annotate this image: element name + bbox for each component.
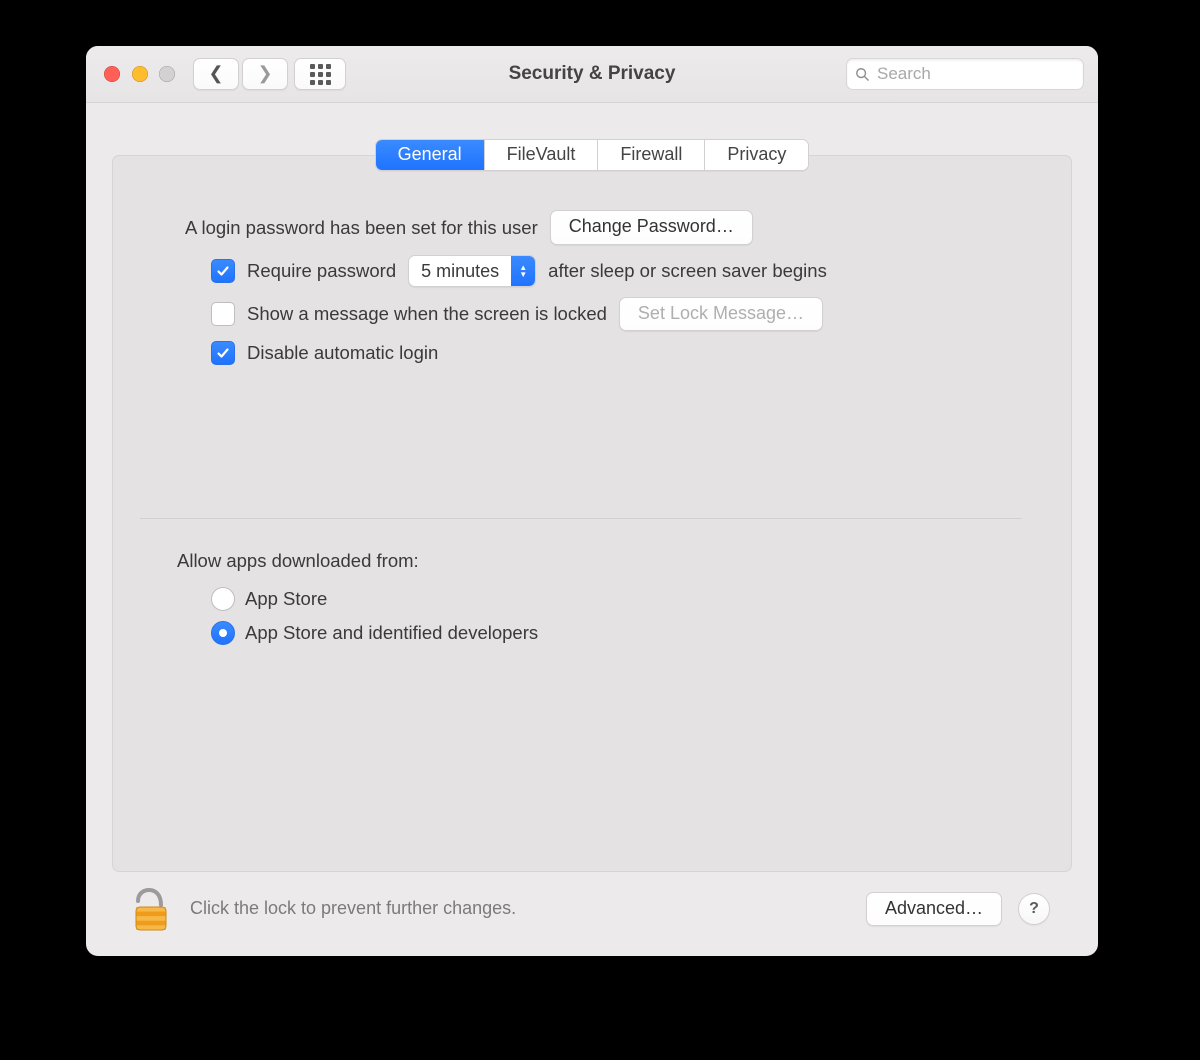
require-password-delay-value: 5 minutes bbox=[409, 256, 511, 286]
advanced-button[interactable]: Advanced… bbox=[866, 892, 1002, 926]
require-password-delay-select[interactable]: 5 minutes ▲▼ bbox=[408, 255, 536, 287]
close-window-button[interactable] bbox=[104, 66, 120, 82]
lock-text: Click the lock to prevent further change… bbox=[190, 897, 516, 920]
grid-icon bbox=[310, 64, 331, 85]
set-lock-message-button: Set Lock Message… bbox=[619, 297, 823, 331]
lock-icon[interactable] bbox=[130, 884, 174, 934]
titlebar: ❮ ❯ Security & Privacy bbox=[86, 46, 1098, 103]
tab-general[interactable]: General bbox=[376, 140, 485, 170]
help-button[interactable]: ? bbox=[1018, 893, 1050, 925]
footer: Click the lock to prevent further change… bbox=[112, 872, 1072, 938]
stepper-arrows-icon: ▲▼ bbox=[511, 256, 535, 286]
disable-auto-login-label: Disable automatic login bbox=[247, 341, 438, 365]
preferences-window: ❮ ❯ Security & Privacy General FileVault… bbox=[86, 46, 1098, 956]
tab-filevault[interactable]: FileVault bbox=[485, 140, 599, 170]
radio-label: App Store bbox=[245, 587, 327, 611]
allow-apps-label: Allow apps downloaded from: bbox=[177, 549, 1017, 573]
show-message-row: Show a message when the screen is locked… bbox=[185, 297, 1017, 331]
login-password-row: A login password has been set for this u… bbox=[185, 210, 1017, 244]
show-message-checkbox[interactable] bbox=[211, 302, 235, 326]
search-icon bbox=[855, 67, 869, 81]
require-password-checkbox[interactable] bbox=[211, 259, 235, 283]
radio-label: App Store and identified developers bbox=[245, 621, 538, 645]
zoom-window-button bbox=[159, 66, 175, 82]
radio-app-store-developers[interactable]: App Store and identified developers bbox=[211, 621, 1017, 645]
require-password-label-before: Require password bbox=[247, 259, 396, 283]
chevron-left-icon: ❮ bbox=[208, 62, 223, 85]
tab-privacy[interactable]: Privacy bbox=[705, 140, 808, 170]
change-password-button[interactable]: Change Password… bbox=[550, 210, 753, 244]
check-icon bbox=[216, 264, 230, 278]
search-field[interactable] bbox=[846, 58, 1084, 90]
require-password-label-after: after sleep or screen saver begins bbox=[548, 259, 827, 283]
tab-firewall[interactable]: Firewall bbox=[598, 140, 705, 170]
radio-app-store[interactable]: App Store bbox=[211, 587, 1017, 611]
radio-button[interactable] bbox=[211, 621, 235, 645]
disable-auto-login-row: Disable automatic login bbox=[185, 341, 1017, 365]
content-area: General FileVault Firewall Privacy A log… bbox=[86, 103, 1098, 956]
divider bbox=[140, 518, 1022, 519]
general-panel: A login password has been set for this u… bbox=[112, 155, 1072, 872]
require-password-row: Require password 5 minutes ▲▼ after slee… bbox=[185, 255, 1017, 287]
check-icon bbox=[216, 346, 230, 360]
forward-button[interactable]: ❯ bbox=[242, 58, 288, 90]
allow-apps-options: App Store App Store and identified devel… bbox=[185, 587, 1017, 655]
login-password-text: A login password has been set for this u… bbox=[185, 216, 538, 240]
window-controls bbox=[104, 66, 175, 82]
minimize-window-button[interactable] bbox=[132, 66, 148, 82]
disable-auto-login-checkbox[interactable] bbox=[211, 341, 235, 365]
chevron-right-icon: ❯ bbox=[257, 62, 272, 85]
search-input[interactable] bbox=[875, 63, 1075, 85]
show-all-button[interactable] bbox=[294, 58, 346, 90]
tabs: General FileVault Firewall Privacy bbox=[375, 139, 810, 171]
back-button[interactable]: ❮ bbox=[193, 58, 239, 90]
nav-buttons: ❮ ❯ bbox=[193, 58, 288, 90]
show-message-label: Show a message when the screen is locked bbox=[247, 302, 607, 326]
radio-button[interactable] bbox=[211, 587, 235, 611]
